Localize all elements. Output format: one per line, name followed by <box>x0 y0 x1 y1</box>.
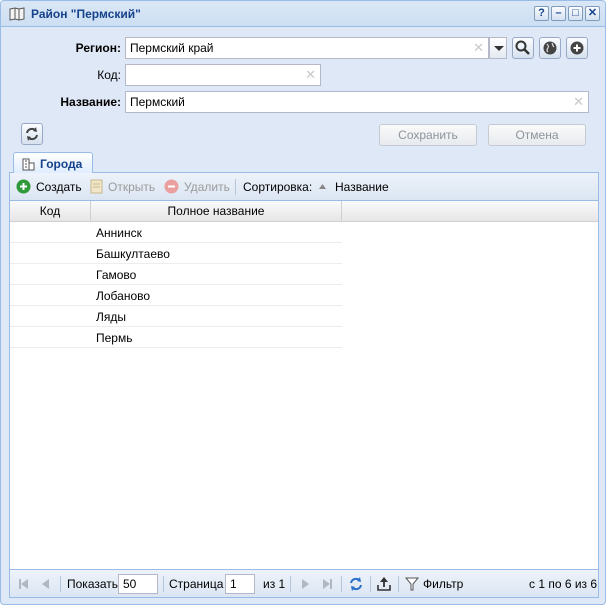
refresh-form-button[interactable] <box>21 123 43 145</box>
paging-toolbar: Показать 50 Страница 1 из 1 Фильтр с 1 п… <box>10 569 598 597</box>
clear-icon[interactable]: ✕ <box>573 94 584 110</box>
pager-separator <box>341 576 342 592</box>
refresh-icon[interactable] <box>348 576 364 592</box>
first-page-icon[interactable] <box>16 576 32 592</box>
pager-separator <box>60 576 61 592</box>
column-header-full-name[interactable]: Полное название <box>91 201 342 222</box>
tab-cities[interactable]: Города <box>13 152 93 174</box>
refresh-icon <box>26 127 38 141</box>
page-label: Страница <box>169 577 224 591</box>
map-book-icon <box>9 7 25 21</box>
cell-code <box>10 222 90 243</box>
cell-code <box>10 243 90 264</box>
window: Район "Пермский" ? – □ ✕ Регион: Пермски… <box>0 0 606 605</box>
page-size-label: Показать <box>67 577 119 591</box>
page-number-input[interactable]: 1 <box>225 574 255 594</box>
cell-code <box>10 264 90 285</box>
cell-code <box>10 327 90 348</box>
cell-name: Башкултаево <box>96 247 170 261</box>
cell-name: Ляды <box>96 310 126 324</box>
close-button[interactable]: ✕ <box>585 6 600 21</box>
search-button[interactable] <box>512 37 534 59</box>
page-size-input[interactable]: 50 <box>118 574 158 594</box>
table-row[interactable]: Ляды <box>10 306 342 327</box>
grid-header: Код Полное название <box>10 201 598 222</box>
tab-cities-label: Города <box>40 157 83 171</box>
pager-separator <box>163 576 164 592</box>
filter-button[interactable]: Фильтр <box>423 577 463 591</box>
table-row[interactable]: Аннинск <box>10 222 342 243</box>
plus-icon <box>570 41 584 55</box>
cell-code <box>10 285 90 306</box>
region-dropdown-trigger[interactable] <box>489 37 507 59</box>
open-map-button[interactable] <box>539 37 561 59</box>
table-row[interactable]: Гамово <box>10 264 342 285</box>
page-count-label: из 1 <box>263 577 286 591</box>
name-label: Название: <box>60 95 121 109</box>
filter-icon[interactable] <box>404 576 420 592</box>
maximize-button[interactable]: □ <box>568 6 583 21</box>
clear-icon[interactable]: ✕ <box>305 67 316 83</box>
grid-body: Аннинск Башкултаево Гамово Лобаново Ляды… <box>10 222 342 348</box>
code-label: Код: <box>97 68 121 82</box>
save-button[interactable]: Сохранить <box>379 124 477 146</box>
globe-icon <box>543 41 557 55</box>
sort-by-name-button[interactable]: Название <box>335 180 389 194</box>
toolbar-separator <box>235 179 236 195</box>
buildings-icon <box>22 158 35 171</box>
document-icon <box>90 179 103 194</box>
next-page-icon[interactable] <box>297 576 313 592</box>
cell-name: Гамово <box>96 268 137 282</box>
cell-name: Пермь <box>96 331 133 345</box>
column-header-code[interactable]: Код <box>10 201 91 222</box>
name-value: Пермский <box>130 95 185 109</box>
region-label: Регион: <box>75 41 121 55</box>
region-combo-field[interactable]: Пермский край ✕ <box>125 37 489 59</box>
grid-toolbar: Создать Открыть Удалить Сортировка: Назв… <box>10 173 598 201</box>
sort-ascending-icon <box>319 184 326 189</box>
search-icon <box>515 40 530 55</box>
last-page-icon[interactable] <box>319 576 335 592</box>
add-icon <box>16 179 31 194</box>
create-button[interactable]: Создать <box>36 180 82 194</box>
cancel-button[interactable]: Отмена <box>488 124 586 146</box>
window-titlebar[interactable]: Район "Пермский" ? – □ ✕ <box>1 1 605 27</box>
window-title: Район "Пермский" <box>31 7 141 21</box>
pager-separator <box>370 576 371 592</box>
name-field[interactable]: Пермский ✕ <box>125 91 589 113</box>
cell-code <box>10 306 90 327</box>
previous-page-icon[interactable] <box>38 576 54 592</box>
pager-separator <box>398 576 399 592</box>
table-row[interactable]: Пермь <box>10 327 342 348</box>
cell-name: Аннинск <box>96 226 142 240</box>
region-value: Пермский край <box>130 41 214 55</box>
cities-panel: Создать Открыть Удалить Сортировка: Назв… <box>9 173 599 598</box>
table-row[interactable]: Башкултаево <box>10 243 342 264</box>
remove-icon <box>164 179 179 194</box>
clear-icon[interactable]: ✕ <box>473 40 484 56</box>
add-region-button[interactable] <box>566 37 588 59</box>
table-row[interactable]: Лобаново <box>10 285 342 306</box>
code-field[interactable]: ✕ <box>125 64 321 86</box>
form-area: Регион: Пермский край ✕ Код: ✕ Название:… <box>9 28 599 148</box>
cell-name: Лобаново <box>96 289 151 303</box>
help-button[interactable]: ? <box>534 6 549 21</box>
pager-separator <box>290 576 291 592</box>
open-button[interactable]: Открыть <box>108 180 155 194</box>
minimize-button[interactable]: – <box>551 6 566 21</box>
sort-label: Сортировка: <box>243 180 313 194</box>
export-icon[interactable] <box>376 576 392 592</box>
tab-strip: Города <box>9 151 599 174</box>
delete-button[interactable]: Удалить <box>184 180 230 194</box>
paging-summary: с 1 по 6 из 6 <box>529 577 598 591</box>
